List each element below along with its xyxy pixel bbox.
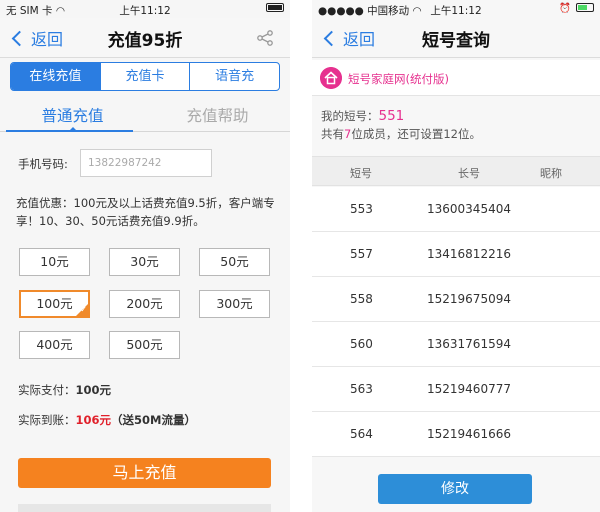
amount-option[interactable]: 500元: [109, 331, 180, 359]
status-time: 上午11:12: [119, 5, 171, 17]
tab-normal-recharge[interactable]: 普通充值: [0, 100, 145, 132]
long-number: 13631761594: [427, 337, 511, 351]
battery-icon: [576, 3, 594, 12]
actual-received: 实际到账：106元（送50M流量）: [18, 412, 196, 428]
table-header: 短号 长号 昵称: [312, 156, 600, 186]
short-number: 564: [350, 427, 373, 441]
short-number: 563: [350, 382, 373, 396]
page-title: 短号查询: [422, 31, 490, 51]
table-row[interactable]: 557 13416812216: [312, 232, 600, 277]
short-number: 558: [350, 292, 373, 306]
page-title: 充值95折: [107, 31, 183, 51]
my-short-number: 我的短号：551: [321, 108, 404, 124]
actual-payment-label: 实际支付：: [18, 383, 76, 397]
member-count-text: 共有7位成员，还可设置12位。: [321, 126, 481, 142]
short-number: 557: [350, 247, 373, 261]
table-row[interactable]: 560 13631761594: [312, 322, 600, 367]
long-number: 13600345404: [427, 202, 511, 216]
status-time: 上午11:12: [430, 5, 482, 17]
long-number: 15219675094: [427, 292, 511, 306]
actual-received-value: 106元: [75, 413, 112, 427]
long-number: 13416812216: [427, 247, 511, 261]
table-row[interactable]: 564 15219461666: [312, 412, 600, 457]
recharge-screen: 无 SIM 卡 ◠ 上午11:12 返回 充值95折 在线充值 充值卡 语音充 …: [0, 0, 290, 512]
sub-tabs: 普通充值 充值帮助: [0, 100, 290, 132]
my-short-value: 551: [378, 108, 405, 124]
family-network-name: 短号家庭网(统付版): [348, 72, 449, 86]
amount-option[interactable]: 30元: [109, 248, 180, 276]
modify-button[interactable]: 修改: [378, 474, 532, 504]
promo-text: 充值优惠：100元及以上话费充值9.5折，客户端专享！10、30、50元话费充值…: [16, 196, 275, 228]
bonus-note: （送50M流量）: [111, 413, 196, 427]
amount-label: 100元: [36, 296, 73, 311]
amount-option[interactable]: 400元: [19, 331, 90, 359]
amount-option[interactable]: 300元: [199, 290, 270, 318]
recharge-now-button[interactable]: 马上充值: [18, 458, 271, 488]
status-bar: 无 SIM 卡 ◠ 上午11:12: [0, 0, 290, 18]
short-number: 560: [350, 337, 373, 351]
header-nickname: 昵称: [540, 167, 562, 180]
short-number: 553: [350, 202, 373, 216]
check-icon: ✓: [80, 305, 87, 314]
actual-received-label: 实际到账：: [18, 413, 76, 427]
amount-option-selected[interactable]: 100元 ✓: [19, 290, 90, 318]
battery-icon: [266, 3, 284, 12]
table-row[interactable]: 563 15219460777: [312, 367, 600, 412]
nav-bar: 返回 充值95折: [0, 18, 290, 58]
header-short: 短号: [350, 167, 372, 180]
members-suffix: 位成员，还可设置12位。: [351, 127, 481, 141]
amount-option[interactable]: 50元: [199, 248, 270, 276]
my-short-label: 我的短号：: [321, 109, 379, 123]
long-number: 15219460777: [427, 382, 511, 396]
amount-option[interactable]: 10元: [19, 248, 90, 276]
home-icon: [320, 67, 342, 89]
segment-online[interactable]: 在线充值: [11, 63, 101, 90]
divider: [290, 0, 312, 512]
header-long: 长号: [458, 167, 480, 180]
segment-voice[interactable]: 语音充: [190, 63, 279, 90]
nav-bar: 返回 短号查询: [312, 18, 600, 58]
actual-payment-value: 100元: [75, 383, 112, 397]
table-row[interactable]: 558 15219675094: [312, 277, 600, 322]
recharge-type-segment: 在线充值 充值卡 语音充: [10, 62, 280, 91]
members-prefix: 共有: [321, 127, 344, 141]
phone-number-label: 手机号码:: [18, 157, 68, 171]
family-network-bar: 短号家庭网(统付版): [312, 60, 600, 96]
tab-recharge-help[interactable]: 充值帮助: [145, 100, 290, 131]
actual-payment: 实际支付：100元: [18, 382, 111, 398]
share-icon[interactable]: [256, 30, 274, 46]
phone-number-input[interactable]: 13822987242: [80, 149, 212, 177]
long-number: 15219461666: [427, 427, 511, 441]
segment-card[interactable]: 充值卡: [101, 63, 191, 90]
bottom-strip: [18, 504, 271, 512]
short-number-screen: ●●●●● 中国移动 ◠ 上午11:12 ⏰ 返回 短号查询 短号家庭网(统付版…: [312, 0, 600, 512]
status-bar: ●●●●● 中国移动 ◠ 上午11:12 ⏰: [312, 0, 600, 18]
alarm-icon: ⏰: [559, 3, 571, 14]
amount-option[interactable]: 200元: [109, 290, 180, 318]
table-row[interactable]: 553 13600345404: [312, 187, 600, 232]
